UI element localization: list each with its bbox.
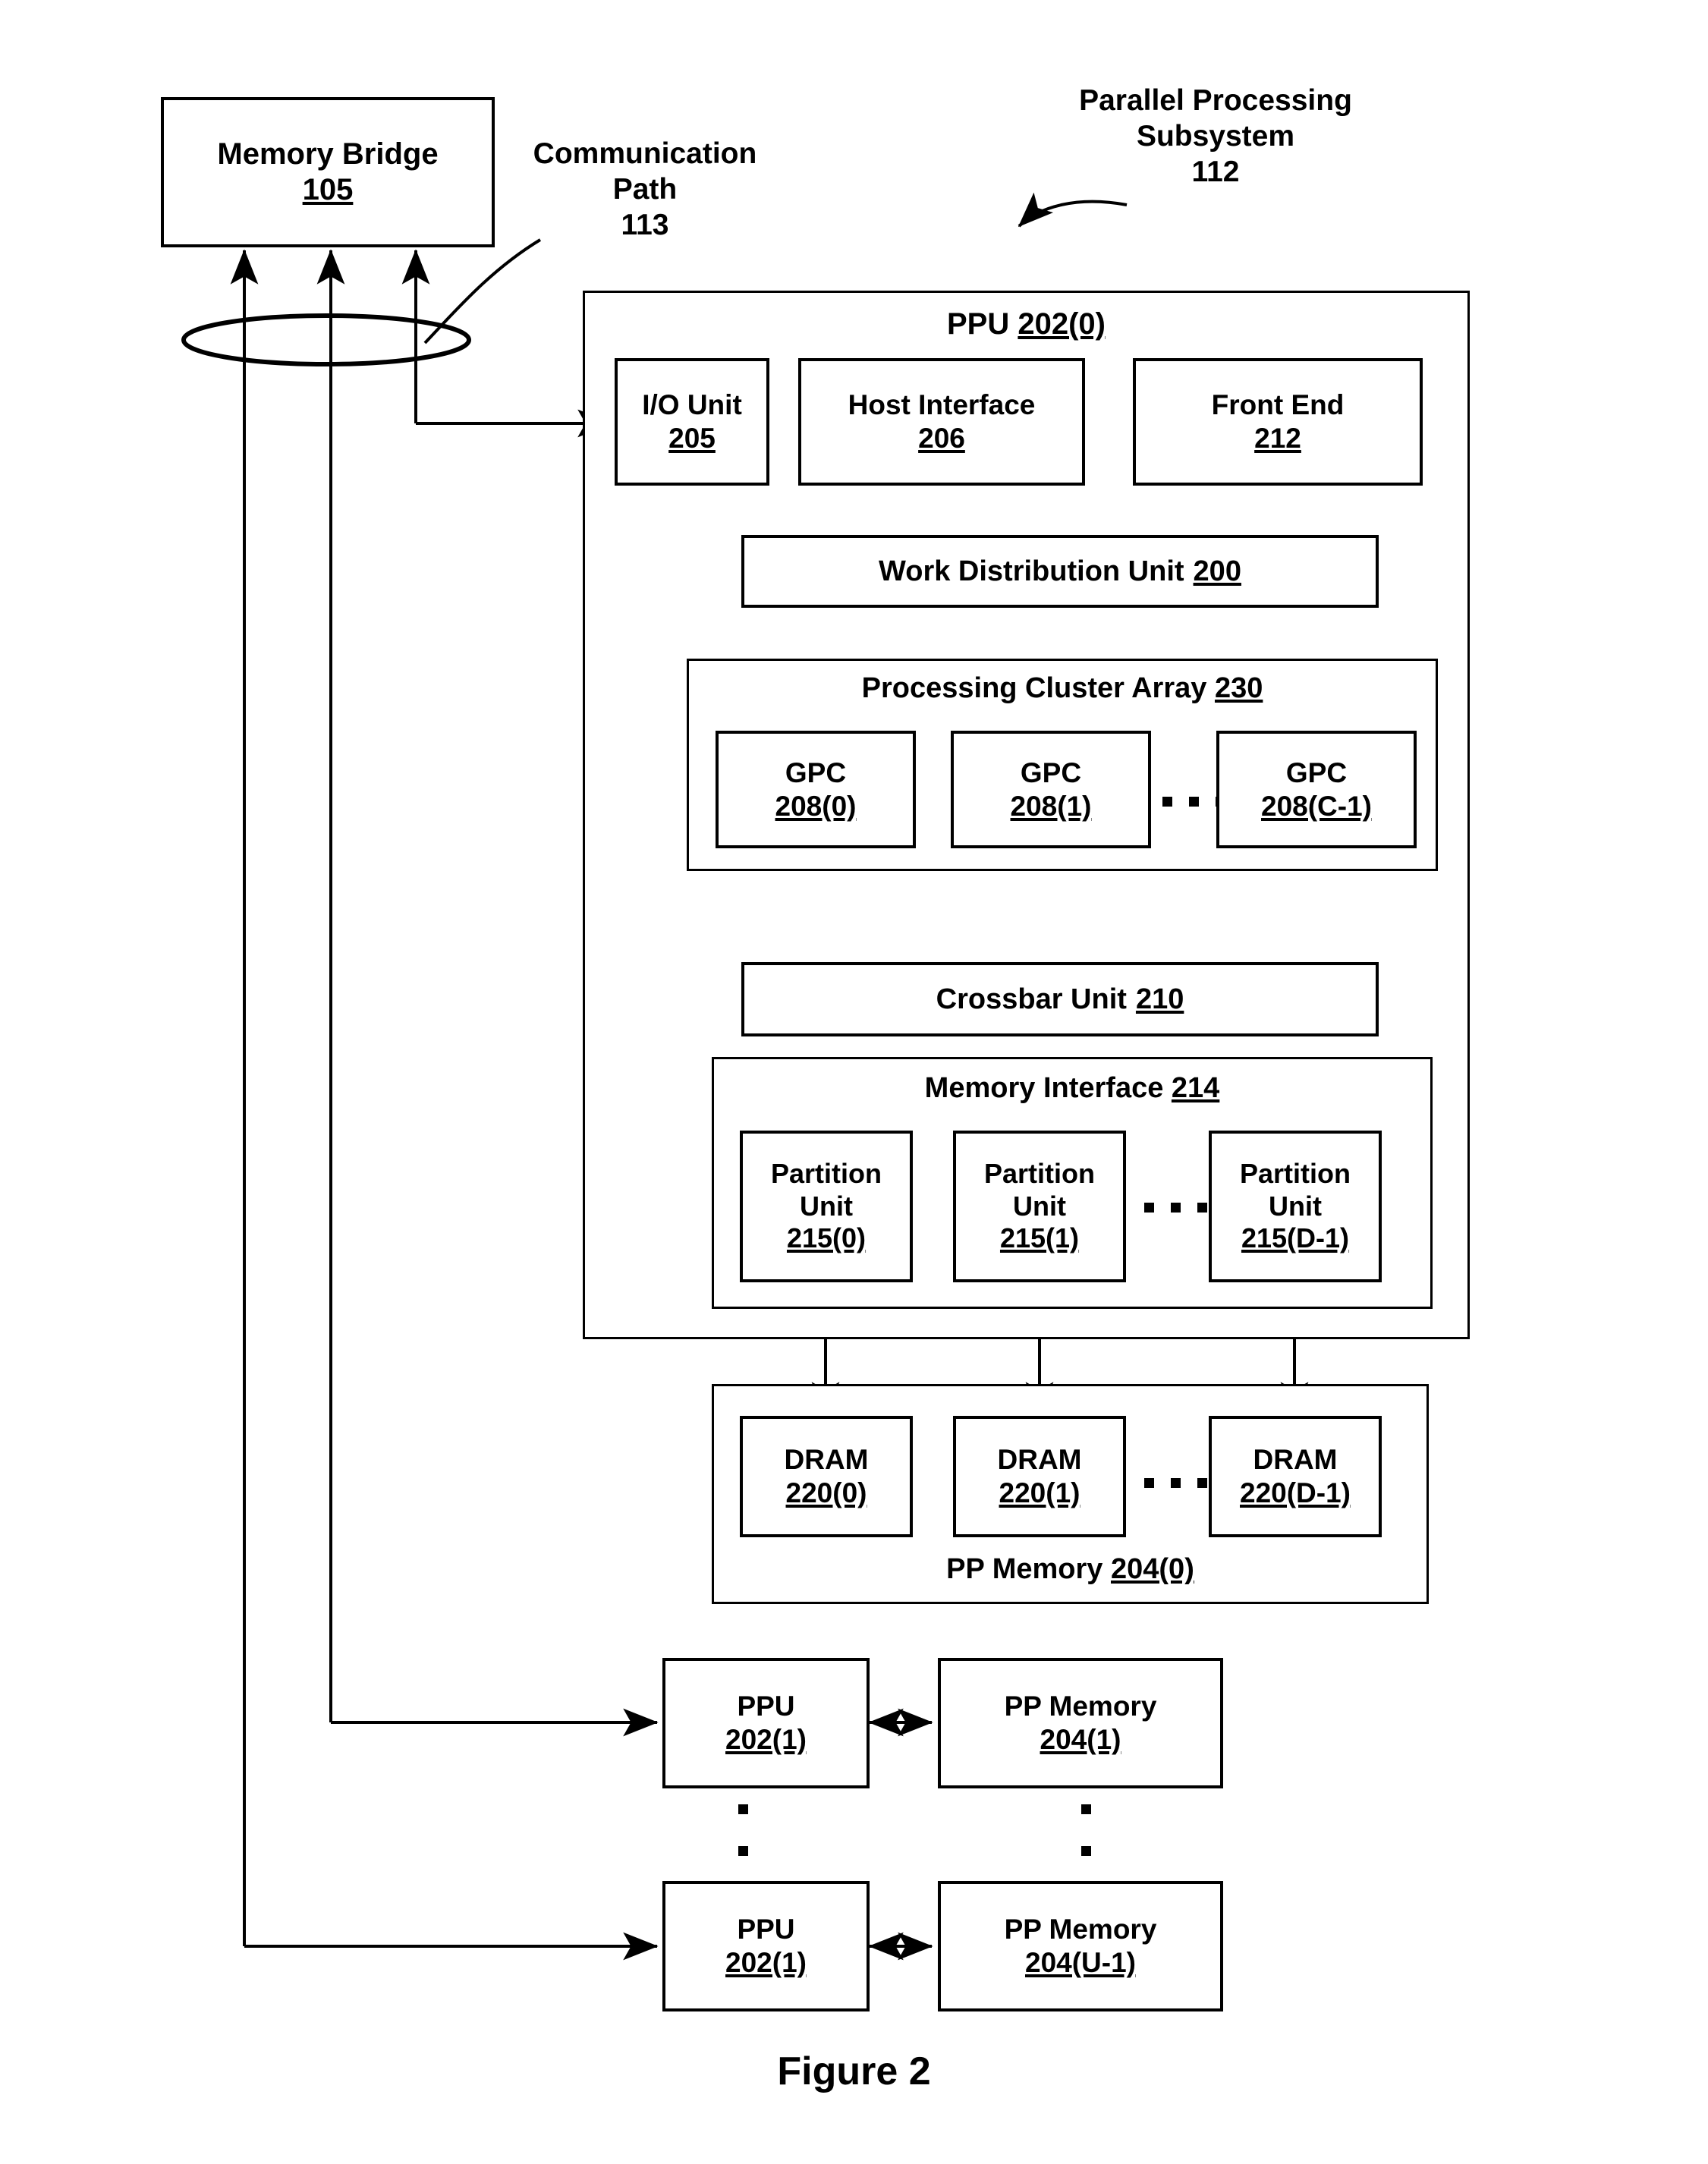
dram-2-label: DRAM (1253, 1444, 1338, 1476)
partition-0-ref: 215(0) (786, 1222, 867, 1254)
crossbar-unit-box[interactable]: Crossbar Unit 210 (741, 962, 1379, 1036)
pp-memory-0-label: PP Memory (946, 1553, 1103, 1586)
work-distribution-unit-box[interactable]: Work Distribution Unit 200 (741, 535, 1379, 608)
gpc-1-label: GPC (1020, 756, 1082, 788)
partition-1-ref: 215(1) (999, 1222, 1080, 1254)
host-interface-box[interactable]: Host Interface 206 (798, 358, 1085, 486)
pp-memory-row1-label: PP Memory (1004, 1691, 1157, 1722)
memory-interface-title: Memory Interface 214 (925, 1071, 1220, 1106)
partition-0-line2: Unit (800, 1190, 853, 1222)
pca-ref: 230 (1214, 672, 1263, 704)
partition-1-line2: Unit (1013, 1190, 1066, 1222)
pp-memory-204-u1-box-row2[interactable]: PP Memory 204(U-1) (938, 1881, 1223, 2011)
ppu-title-label: PPU (947, 307, 1010, 341)
gpc-box-0[interactable]: GPC 208(0) (716, 731, 916, 848)
ppu-row1-ref: 202(1) (725, 1724, 807, 1755)
memory-bridge-box[interactable]: Memory Bridge 105 (161, 97, 495, 247)
crossbar-unit-ref: 210 (1135, 983, 1184, 1015)
ppu-row2-label: PPU (737, 1914, 795, 1945)
partition-1-line1: Partition (983, 1158, 1095, 1190)
pp-memory-204-1-box-row1[interactable]: PP Memory 204(1) (938, 1658, 1223, 1788)
dram-1-ref: 220(1) (999, 1477, 1080, 1508)
partition-0-line1: Partition (770, 1158, 882, 1190)
front-end-box[interactable]: Front End 212 (1133, 358, 1423, 486)
gpc-box-1[interactable]: GPC 208(1) (951, 731, 1151, 848)
communication-path-line2: Path (612, 172, 678, 206)
memory-interface-label: Memory Interface (924, 1072, 1164, 1104)
pca-label: Processing Cluster Array (861, 672, 1207, 704)
partition-ellipsis (1144, 1203, 1207, 1213)
partition-unit-box-2[interactable]: Partition Unit 215(D-1) (1209, 1131, 1382, 1282)
work-distribution-unit-label: Work Distribution Unit (879, 555, 1184, 587)
partition-unit-box-1[interactable]: Partition Unit 215(1) (953, 1131, 1126, 1282)
partition-2-line1: Partition (1239, 1158, 1351, 1190)
dram-1-label: DRAM (997, 1444, 1082, 1476)
processing-cluster-array-title: Processing Cluster Array 230 (862, 672, 1263, 706)
io-unit-box[interactable]: I/O Unit 205 (615, 358, 769, 486)
gpc-0-label: GPC (785, 756, 847, 788)
ppu-202-1-box-row1[interactable]: PPU 202(1) (662, 1658, 870, 1788)
dram-2-ref: 220(D-1) (1240, 1477, 1351, 1508)
pp-memory-row2-label: PP Memory (1004, 1914, 1157, 1945)
dram-ellipsis (1144, 1478, 1207, 1488)
ppu-row2-ref: 202(1) (725, 1947, 807, 1978)
host-interface-label: Host Interface (848, 389, 1036, 421)
parallel-processing-subsystem-annotation: Parallel Processing Subsystem 112 (1026, 83, 1405, 190)
memory-bridge-ref: 105 (302, 173, 354, 206)
ppu-202-0-title: PPU 202(0) (947, 307, 1106, 342)
communication-path-ellipse (181, 313, 471, 366)
crossbar-unit-label: Crossbar Unit (936, 983, 1127, 1015)
figure-caption: Figure 2 (777, 2049, 931, 2093)
dram-box-1[interactable]: DRAM 220(1) (953, 1416, 1126, 1537)
pps-line2: Subsystem (1136, 119, 1295, 153)
partition-unit-box-0[interactable]: Partition Unit 215(0) (740, 1131, 913, 1282)
dram-box-2[interactable]: DRAM 220(D-1) (1209, 1416, 1382, 1537)
gpc-2-label: GPC (1285, 756, 1348, 788)
gpc-0-ref: 208(0) (775, 790, 857, 822)
ppu-title-ref: 202(0) (1018, 307, 1106, 341)
host-interface-ref: 206 (918, 423, 965, 454)
memory-bridge-label: Memory Bridge (217, 137, 439, 171)
io-unit-ref: 205 (668, 423, 716, 454)
communication-path-ref: 113 (621, 208, 669, 241)
io-unit-label: I/O Unit (642, 389, 742, 421)
pp-memory-0-ref: 204(0) (1111, 1553, 1194, 1586)
ppu-row1-label: PPU (737, 1691, 795, 1722)
ppu-202-1-box-row2[interactable]: PPU 202(1) (662, 1881, 870, 2011)
pps-ref: 112 (1191, 155, 1240, 188)
pp-memory-204-0-title: PP Memory 204(0) (946, 1552, 1194, 1587)
dram-0-ref: 220(0) (785, 1477, 867, 1508)
work-distribution-unit-ref: 200 (1193, 555, 1241, 587)
communication-path-annotation: Communication Path 113 (501, 137, 789, 243)
dram-box-0[interactable]: DRAM 220(0) (740, 1416, 913, 1537)
front-end-ref: 212 (1254, 423, 1301, 454)
partition-2-ref: 215(D-1) (1241, 1222, 1350, 1254)
pp-memory-row2-ref: 204(U-1) (1025, 1947, 1136, 1978)
memory-interface-ref: 214 (1171, 1072, 1220, 1104)
pps-line1: Parallel Processing (1079, 84, 1352, 117)
communication-path-line1: Communication (533, 137, 757, 170)
figure-canvas: Memory Bridge 105 Communication Path 113… (0, 0, 1708, 2164)
pp-memory-row1-ref: 204(1) (1040, 1724, 1121, 1755)
partition-2-line2: Unit (1269, 1190, 1322, 1222)
gpc-2-ref: 208(C-1) (1261, 790, 1372, 822)
gpc-box-2[interactable]: GPC 208(C-1) (1216, 731, 1417, 848)
front-end-label: Front End (1211, 389, 1345, 421)
gpc-1-ref: 208(1) (1010, 790, 1092, 822)
dram-0-label: DRAM (784, 1444, 869, 1476)
